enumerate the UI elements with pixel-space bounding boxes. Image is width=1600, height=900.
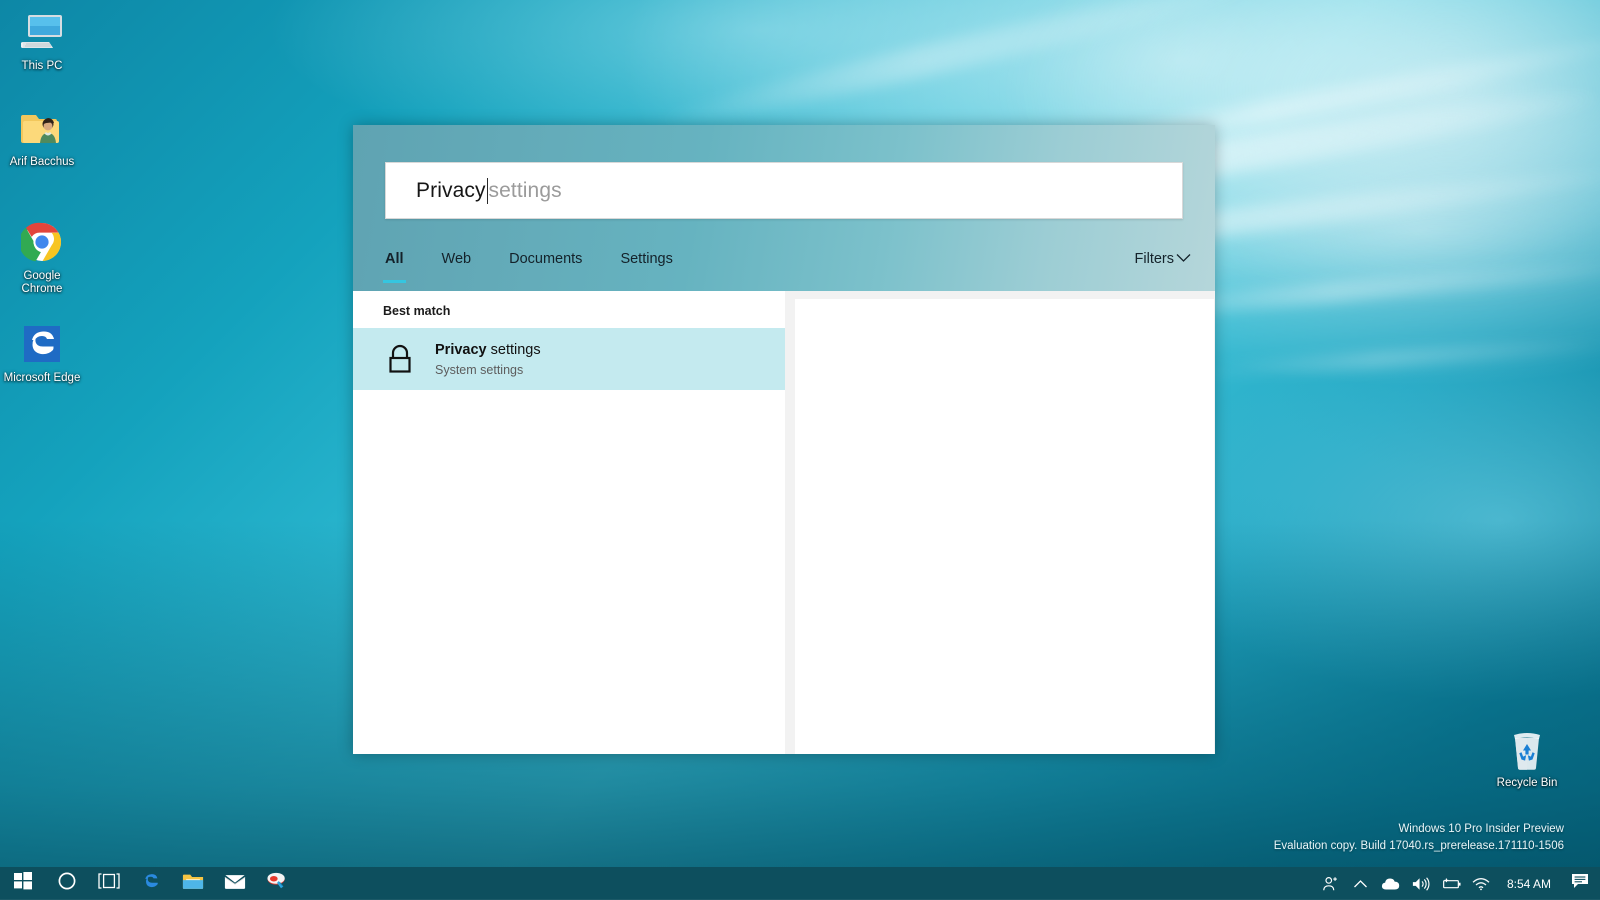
start-button[interactable]	[0, 867, 46, 900]
edge-icon	[0, 320, 84, 368]
speech-bubble-icon	[1571, 873, 1589, 894]
search-result-item[interactable]: Privacy settings System settings	[353, 328, 785, 390]
edge-icon	[140, 870, 162, 897]
desktop-icon-label: Microsoft Edge	[3, 372, 81, 384]
paint-3d-button[interactable]	[256, 867, 298, 900]
desktop-icon-recycle-bin[interactable]: Recycle Bin	[1485, 725, 1569, 790]
search-result-subtitle: System settings	[435, 363, 524, 377]
search-panel-header: Privacy settings All Web Documents Setti…	[353, 125, 1215, 291]
search-results-column[interactable]: Best match Privacy settings System setti…	[353, 291, 785, 754]
search-preview-card	[795, 299, 1214, 754]
search-input-suggestion: settings	[488, 178, 562, 202]
chrome-icon	[0, 218, 84, 266]
chevron-down-icon	[1176, 251, 1191, 267]
desktop-icon-user-folder[interactable]: Arif Bacchus	[0, 104, 84, 169]
tab-settings[interactable]: Settings	[620, 227, 672, 291]
taskbar-clock[interactable]: 8:54 AM	[1496, 867, 1562, 900]
desktop-icon-label: Recycle Bin	[1496, 777, 1558, 789]
computer-icon	[0, 8, 84, 56]
cortana-button[interactable]	[46, 867, 88, 900]
wallpaper-foam-streak	[1179, 334, 1600, 382]
tab-all[interactable]: All	[383, 227, 406, 291]
windows-activation-watermark: Windows 10 Pro Insider Preview Evaluatio…	[1274, 821, 1564, 855]
task-view-icon	[98, 873, 120, 894]
watermark-line-2: Evaluation copy. Build 17040.rs_prerelea…	[1273, 840, 1564, 852]
desktop-icon-microsoft-edge[interactable]: Microsoft Edge	[0, 320, 84, 385]
file-explorer-button[interactable]	[172, 867, 214, 900]
chevron-up-icon[interactable]	[1346, 867, 1376, 900]
mail-app-button[interactable]	[214, 867, 256, 900]
text-cursor	[486, 177, 488, 204]
speaker-icon[interactable]	[1406, 867, 1436, 900]
search-preview-column	[785, 291, 1215, 754]
desktop-icon-google-chrome[interactable]: Google Chrome	[0, 218, 84, 296]
windows-logo-icon	[14, 872, 32, 895]
taskbar-buttons[interactable]	[0, 867, 298, 900]
desktop-icon-label: Arif Bacchus	[9, 156, 75, 168]
folder-icon	[182, 871, 204, 896]
search-panel-body: Best match Privacy settings System setti…	[353, 291, 1215, 754]
mail-envelope-icon	[224, 873, 246, 895]
watermark-line-1: Windows 10 Pro Insider Preview	[1398, 823, 1564, 835]
desktop[interactable]: This PC Arif Bacchus Google Chrome Micro…	[0, 0, 1600, 900]
search-result-title-match: Privacy	[435, 342, 487, 358]
search-tabs[interactable]: All Web Documents Settings Filters	[383, 227, 1193, 291]
system-tray[interactable]: 8:54 AM	[1316, 867, 1600, 900]
cortana-circle-icon	[58, 872, 76, 895]
search-input[interactable]: Privacy settings	[385, 162, 1183, 219]
people-icon[interactable]	[1316, 867, 1346, 900]
filters-label: Filters	[1134, 251, 1174, 267]
task-view-button[interactable]	[88, 867, 130, 900]
tab-documents[interactable]: Documents	[509, 227, 582, 291]
battery-icon[interactable]	[1436, 867, 1466, 900]
desktop-icon-label: Google Chrome	[21, 270, 63, 295]
filters-button[interactable]: Filters	[1135, 251, 1191, 267]
edge-taskbar-button[interactable]	[130, 867, 172, 900]
cloud-icon[interactable]	[1376, 867, 1406, 900]
search-result-title: Privacy settings	[435, 341, 541, 360]
wifi-icon[interactable]	[1466, 867, 1496, 900]
paint-3d-icon	[266, 871, 288, 896]
taskbar[interactable]: 8:54 AM	[0, 867, 1600, 900]
search-result-title-rest: settings	[486, 342, 541, 358]
results-section-header: Best match	[383, 304, 451, 318]
user-folder-icon	[0, 104, 84, 152]
search-input-typed-text: Privacy	[416, 178, 486, 202]
lock-icon	[383, 342, 417, 376]
desktop-icon-this-pc[interactable]: This PC	[0, 8, 84, 73]
search-input-wrapper[interactable]: Privacy settings	[385, 162, 1183, 219]
desktop-icon-label: This PC	[21, 60, 63, 72]
tab-web[interactable]: Web	[442, 227, 472, 291]
search-panel[interactable]: Privacy settings All Web Documents Setti…	[353, 125, 1215, 754]
recycle-bin-icon	[1485, 725, 1569, 773]
action-center-button[interactable]	[1562, 867, 1598, 900]
